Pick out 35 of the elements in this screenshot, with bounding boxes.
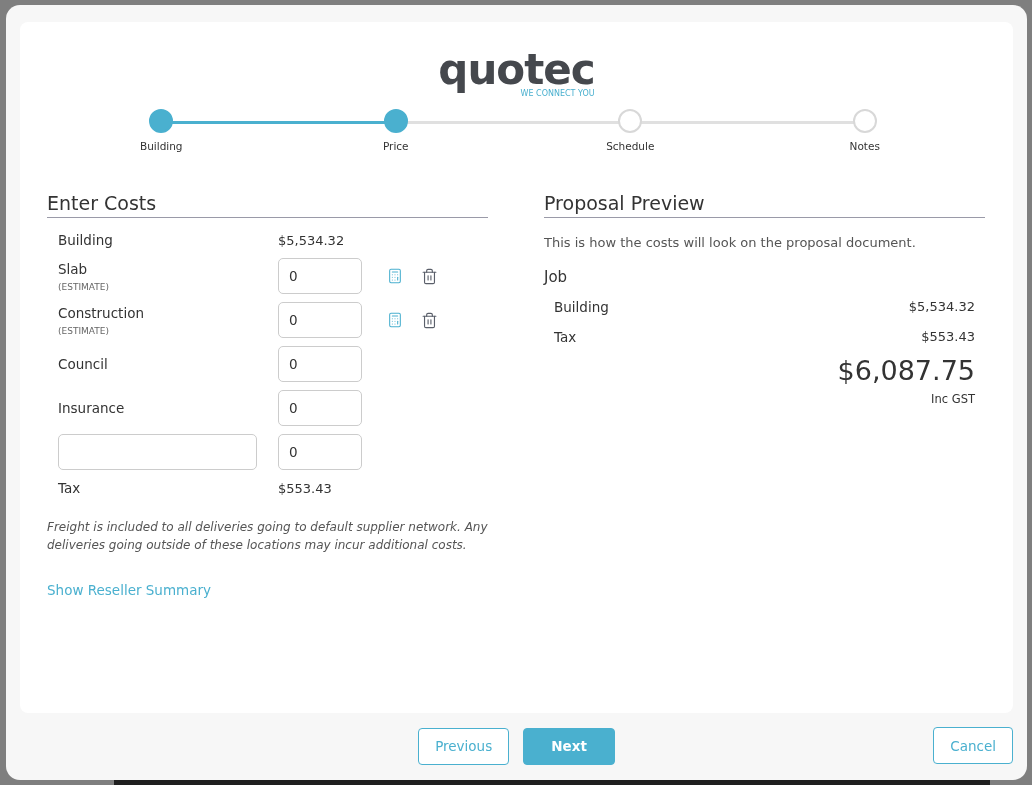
cost-label: Tax [58, 480, 82, 496]
estimate-note: (ESTIMATE) [58, 281, 110, 292]
calculator-icon[interactable] [387, 268, 403, 284]
cost-input[interactable]: 0 [278, 434, 362, 470]
calculator-icon[interactable] [387, 312, 403, 328]
section-heading: Enter Costs [47, 192, 488, 218]
cost-input[interactable]: 0 [278, 258, 362, 294]
cost-label: Building [58, 232, 114, 248]
cost-label: Slab [58, 260, 89, 277]
cost-label: Insurance [58, 400, 126, 416]
total-amount: $6,087.75 [837, 355, 975, 386]
section-heading: Proposal Preview [544, 192, 985, 218]
step-label: Building [139, 140, 183, 152]
step-label: Schedule [606, 140, 655, 152]
cost-input[interactable]: 0 [278, 302, 362, 338]
cost-input[interactable]: 0 [278, 346, 362, 382]
preview-description: This is how the costs will look on the proposal document. [544, 235, 917, 250]
delete-icon[interactable] [421, 267, 438, 285]
preview-label: Building [554, 299, 609, 315]
step-label: Price [382, 140, 409, 152]
step-label: Notes [849, 140, 880, 152]
cost-label: Council [58, 356, 109, 372]
cost-name-field[interactable] [58, 434, 257, 470]
cost-amount: $553.43 [278, 480, 332, 496]
preview-amount: $553.43 [921, 329, 975, 345]
cost-amount: $5,534.32 [278, 232, 345, 248]
preview-label: Tax [554, 329, 577, 345]
freight-note: Freight is included to all deliveries going to default supplier network. Any deliveries going outside of these locations may incur additional costs. [47, 519, 488, 554]
estimate-note: (ESTIMATE) [58, 325, 110, 336]
cost-label: Construction [58, 304, 145, 321]
preview-amount: $5,534.32 [908, 299, 975, 315]
tax-note: Inc GST [931, 392, 975, 406]
job-heading: Job [544, 268, 569, 286]
cost-input[interactable]: 0 [278, 390, 362, 426]
delete-icon[interactable] [421, 311, 438, 329]
